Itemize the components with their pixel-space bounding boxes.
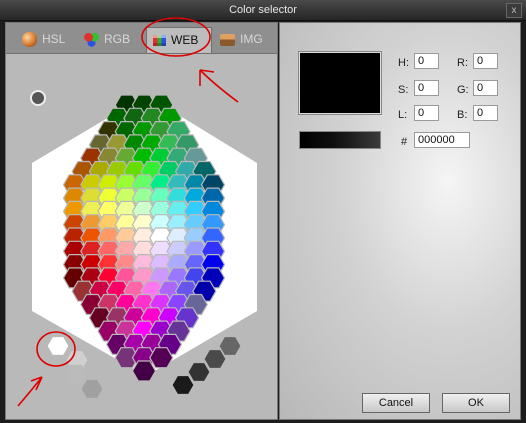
tab-hsl[interactable]: HSL	[16, 27, 72, 52]
tab-img[interactable]: IMG	[214, 27, 275, 52]
l-label: L:	[398, 109, 408, 121]
gray-swatch[interactable]	[171, 374, 195, 396]
h-input[interactable]	[414, 53, 439, 69]
color-preview	[298, 51, 382, 115]
gray-swatch[interactable]	[187, 361, 211, 383]
ok-button[interactable]: OK	[442, 393, 510, 413]
s-input[interactable]	[414, 80, 439, 96]
swatch-panel: HSL RGB WEB IMG	[5, 22, 278, 420]
tab-img-label: IMG	[240, 32, 263, 46]
close-button[interactable]: x	[506, 3, 522, 18]
web-color-swatches	[30, 90, 257, 400]
web-grid-icon	[153, 35, 166, 47]
hsl-sphere-icon	[22, 32, 37, 48]
selected-color-indicator[interactable]	[30, 90, 46, 106]
r-input[interactable]	[473, 53, 498, 69]
hex-label: #	[401, 136, 408, 148]
shade-strip[interactable]	[299, 131, 381, 149]
gray-swatch[interactable]	[46, 335, 70, 357]
gray-swatch[interactable]	[80, 378, 104, 400]
tab-hsl-label: HSL	[42, 32, 66, 46]
h-label: H:	[398, 57, 409, 69]
tab-rgb[interactable]: RGB	[78, 27, 142, 52]
s-label: S:	[398, 84, 409, 96]
tab-web[interactable]: WEB	[146, 27, 212, 53]
g-label: G:	[457, 84, 469, 96]
image-icon	[220, 33, 235, 46]
cancel-button[interactable]: Cancel	[362, 393, 430, 413]
r-label: R:	[457, 57, 468, 69]
rgb-circles-icon	[84, 32, 99, 48]
hex-input[interactable]	[414, 132, 470, 148]
b-label: B:	[457, 109, 468, 121]
color-values-panel: H: S: L: R: G: B: # Cancel OK	[279, 22, 521, 420]
tab-rgb-label: RGB	[104, 32, 131, 46]
swatch-hex[interactable]	[149, 347, 174, 369]
b-input[interactable]	[473, 105, 498, 121]
g-input[interactable]	[473, 80, 498, 96]
l-input[interactable]	[414, 105, 439, 121]
tab-web-label: WEB	[171, 33, 199, 47]
gray-swatch[interactable]	[64, 364, 88, 386]
window-title: Color selector	[229, 4, 297, 16]
gray-swatch[interactable]	[203, 348, 227, 370]
swatch-hex[interactable]	[131, 360, 157, 382]
title-bar: Color selector x	[0, 0, 526, 21]
color-selector-window: Color selector x HSL RGB WEB IMG H: S: L…	[0, 0, 526, 423]
tab-bar: HSL RGB WEB IMG	[6, 23, 277, 54]
